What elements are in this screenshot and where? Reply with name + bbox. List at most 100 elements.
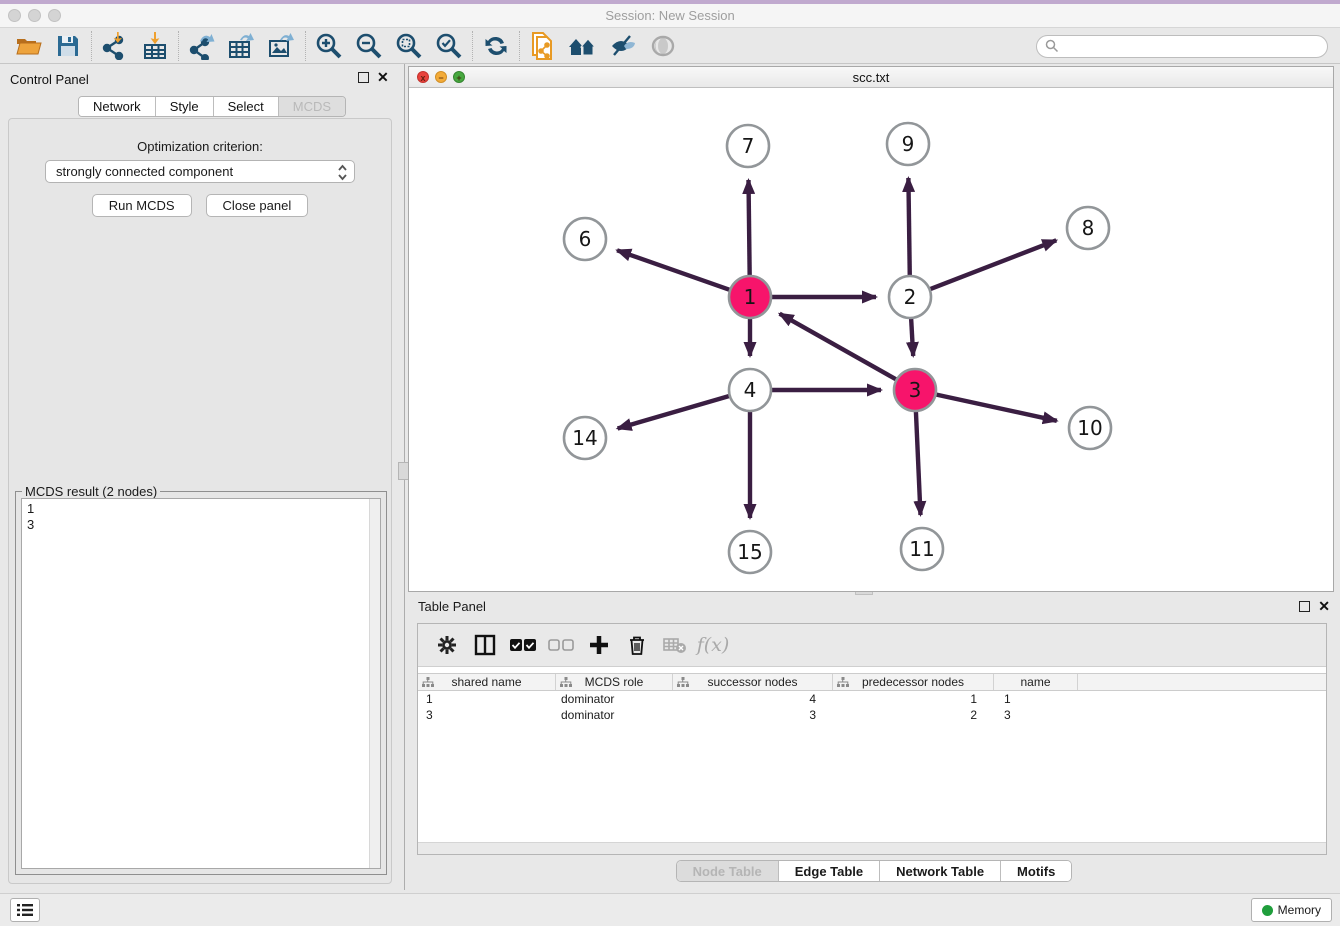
table-tabs: Node Table Edge Table Network Table Moti…: [676, 860, 1073, 882]
hierarchy-icon: [677, 677, 689, 691]
toolbar-separator: [91, 31, 92, 61]
export-table-icon[interactable]: [222, 30, 262, 62]
mcds-panel-body: Optimization criterion: strongly connect…: [8, 118, 392, 884]
column-header[interactable]: successor nodes: [673, 674, 833, 690]
tab-edge-table[interactable]: Edge Table: [779, 861, 880, 881]
refresh-layout-icon[interactable]: [476, 30, 516, 62]
graph-node-label: 8: [1082, 216, 1095, 240]
delete-table-icon[interactable]: [656, 628, 694, 662]
toolbar-separator: [305, 31, 306, 61]
table-row[interactable]: 3 dominator 3 2 3: [418, 707, 1326, 723]
open-folder-icon[interactable]: [8, 30, 48, 62]
window-title: Session: New Session: [0, 8, 1340, 23]
import-table-icon[interactable]: [135, 30, 175, 62]
table-row[interactable]: 1 dominator 4 1 1: [418, 691, 1326, 707]
optimization-criterion-label: Optimization criterion:: [9, 139, 391, 154]
column-header[interactable]: name: [994, 674, 1078, 690]
graph-node-label: 4: [744, 378, 757, 402]
tab-style[interactable]: Style: [156, 97, 214, 116]
application-window: Session: New Session: [0, 0, 1340, 926]
zoom-selected-icon[interactable]: [429, 30, 469, 62]
graph-node-label: 10: [1077, 416, 1102, 440]
search-input[interactable]: [1036, 35, 1328, 58]
toolbar-separator: [178, 31, 179, 61]
close-panel-button[interactable]: Close panel: [206, 194, 309, 217]
show-all-icon[interactable]: [643, 30, 683, 62]
tab-mcds[interactable]: MCDS: [279, 97, 345, 116]
main-toolbar: [0, 29, 1340, 64]
optimization-criterion-value: strongly connected component: [56, 164, 233, 179]
memory-button[interactable]: Memory: [1251, 898, 1332, 922]
export-image-icon[interactable]: [262, 30, 302, 62]
network-view-window: x − + scc.txt 7968124314101511: [408, 66, 1334, 592]
column-header[interactable]: predecessor nodes: [833, 674, 994, 690]
close-panel-icon[interactable]: ✕: [1318, 601, 1330, 612]
save-icon[interactable]: [48, 30, 88, 62]
mcds-result-list[interactable]: 1 3: [21, 498, 381, 869]
graph-node-label: 2: [904, 285, 917, 309]
select-all-rows-icon[interactable]: [504, 628, 542, 662]
mcds-result-line: 3: [27, 517, 380, 533]
graph-edge[interactable]: [916, 409, 921, 515]
graph-node-label: 15: [737, 540, 762, 564]
graph-edge[interactable]: [617, 250, 732, 290]
new-network-from-selection-icon[interactable]: [523, 30, 563, 62]
select-stepper-icon: [337, 164, 348, 184]
graph-node-label: 6: [579, 227, 592, 251]
zoom-out-icon[interactable]: [349, 30, 389, 62]
first-neighbors-icon[interactable]: [563, 30, 603, 62]
tab-network[interactable]: Network: [79, 97, 156, 116]
import-network-icon[interactable]: [95, 30, 135, 62]
graph-edge[interactable]: [618, 395, 732, 428]
tab-motifs[interactable]: Motifs: [1001, 861, 1071, 881]
network-window-titlebar[interactable]: x − + scc.txt: [409, 67, 1333, 88]
hierarchy-icon: [837, 677, 849, 691]
float-panel-icon[interactable]: [1299, 601, 1310, 612]
add-column-icon[interactable]: [580, 628, 618, 662]
graph-edge[interactable]: [928, 240, 1057, 290]
toolbar-separator: [519, 31, 520, 61]
list-icon: [17, 903, 33, 917]
columns-icon[interactable]: [466, 628, 504, 662]
graph-node-label: 11: [909, 537, 934, 561]
table-header-row: shared name MCDS role successor nodes pr…: [418, 673, 1326, 691]
scrollbar[interactable]: [369, 499, 380, 868]
graph-node-label: 14: [572, 426, 597, 450]
column-header[interactable]: shared name: [418, 674, 556, 690]
float-panel-icon[interactable]: [358, 72, 369, 83]
column-header[interactable]: MCDS role: [556, 674, 673, 690]
network-graph: 7968124314101511: [409, 88, 1333, 591]
control-panel-tabs: Network Style Select MCDS: [78, 96, 346, 117]
export-network-icon[interactable]: [182, 30, 222, 62]
zoom-fit-icon[interactable]: [389, 30, 429, 62]
task-history-button[interactable]: [10, 898, 40, 922]
memory-label: Memory: [1278, 903, 1321, 917]
node-table: shared name MCDS role successor nodes pr…: [418, 673, 1326, 723]
titlebar[interactable]: Session: New Session: [0, 4, 1340, 28]
optimization-criterion-select[interactable]: strongly connected component: [45, 160, 355, 183]
table-panel: Table Panel ✕: [408, 596, 1340, 890]
deselect-all-rows-icon[interactable]: [542, 628, 580, 662]
tab-select[interactable]: Select: [214, 97, 279, 116]
toolbar-separator: [472, 31, 473, 61]
graph-edge[interactable]: [908, 178, 909, 278]
zoom-in-icon[interactable]: [309, 30, 349, 62]
graph-edge[interactable]: [911, 316, 913, 356]
hide-selected-icon[interactable]: [603, 30, 643, 62]
table-toolbar: f(x): [418, 624, 1326, 667]
memory-status-icon: [1262, 905, 1273, 916]
control-panel: Control Panel ✕ Network Style Select MCD…: [0, 64, 400, 890]
control-panel-title: Control Panel: [10, 72, 89, 87]
table-bottom-strip: [418, 842, 1326, 854]
run-mcds-button[interactable]: Run MCDS: [92, 194, 192, 217]
delete-column-icon[interactable]: [618, 628, 656, 662]
close-panel-icon[interactable]: ✕: [377, 72, 389, 83]
network-canvas[interactable]: 7968124314101511: [409, 88, 1333, 591]
hierarchy-icon: [422, 677, 434, 691]
tab-network-table[interactable]: Network Table: [880, 861, 1001, 881]
gear-icon[interactable]: [428, 628, 466, 662]
graph-edge[interactable]: [749, 180, 750, 278]
graph-edge[interactable]: [780, 314, 899, 381]
tab-node-table[interactable]: Node Table: [677, 861, 779, 881]
graph-edge[interactable]: [934, 394, 1057, 421]
